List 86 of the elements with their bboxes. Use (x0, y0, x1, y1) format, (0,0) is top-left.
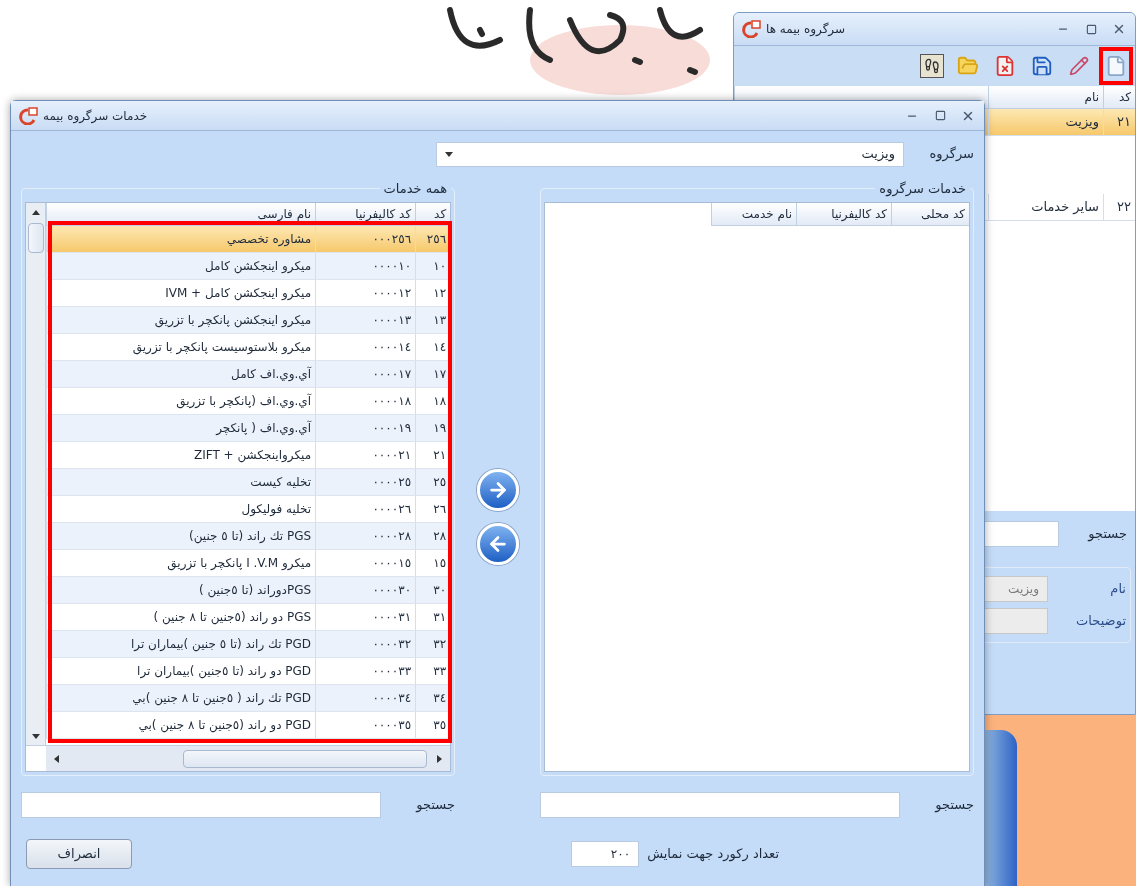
table-row[interactable]: ٣٥ ٠٠٠٠٣٥ PGD دو راند (٥جنين تا ٨ جنين )بي (46, 711, 451, 739)
table-cell: ٠٠٠٢٥٦ (315, 225, 416, 252)
scroll-down-icon[interactable] (31, 734, 40, 739)
table-cell: ٠٠٠٠٣٣ (315, 657, 416, 684)
document-cross-icon (994, 55, 1016, 77)
column-header[interactable]: نام خدمت (711, 202, 796, 226)
table-row[interactable]: ٣٠ ٠٠٠٠٣٠ PGSدوراند (تا ٥جنين ) (46, 576, 451, 604)
table-cell: ٠٠٠٠١٠ (315, 252, 416, 279)
column-header[interactable]: کد کالیفرنیا (796, 202, 891, 226)
group-title: خدمات سرگروه (878, 180, 967, 199)
window-title: خدمات سرگروه بیمه (43, 107, 148, 125)
maximize-icon (1085, 23, 1097, 35)
table-cell: ٠٠٠٠١٧ (315, 360, 416, 387)
window-logo-icon (19, 106, 39, 125)
record-count-field[interactable]: ٢٠٠ (571, 841, 640, 867)
scrollbar-thumb[interactable] (27, 222, 44, 253)
table-cell: ٠٠٠٠١٣ (315, 306, 416, 333)
table-cell: سایر خدمات (988, 194, 1103, 220)
scroll-left-icon[interactable] (54, 754, 59, 763)
table-cell: ٠٠٠٠٣٤ (315, 684, 416, 711)
table-cell: ٠٠٠٠١٥ (315, 549, 416, 576)
column-header[interactable]: نام (988, 86, 1103, 109)
close-icon (1112, 22, 1126, 36)
search-field[interactable] (21, 792, 381, 818)
field-label: توضیحات (1075, 612, 1126, 631)
vertical-scrollbar[interactable] (26, 202, 46, 745)
table-cell: ٠٠٠٠٢٦ (315, 495, 416, 522)
field-label: سرگروه (928, 145, 974, 164)
folder-icon (957, 55, 979, 77)
table-cell: ٢١ (1103, 109, 1135, 135)
table-row[interactable]: ٣٣ ٠٠٠٠٣٣ PGD دو راند (تا ٥جنين )بيماران ترا (46, 657, 451, 685)
table-cell: ویزیت (988, 109, 1103, 135)
table-cell: ٠٠٠٠٣٥ (315, 711, 416, 738)
scrollbar-thumb[interactable] (183, 749, 428, 768)
pencil-icon (1069, 56, 1089, 76)
table-cell: ٠٠٠٠٣٠ (315, 576, 416, 603)
table-cell: ٠٠٠٠١٨ (315, 387, 416, 414)
footprints-icon (924, 58, 940, 74)
column-header[interactable]: کد محلی (891, 202, 969, 226)
table-row[interactable]: ٢٥٦ ٠٠٠٢٥٦ مشاوره تخصصي (46, 225, 451, 253)
field-label: جستجو (414, 796, 455, 815)
table-row[interactable]: ٢٥ ٠٠٠٠٢٥ تخليه كيست (46, 468, 451, 496)
table-row[interactable]: ٣١ ٠٠٠٠٣١ PGS دو راند (٥جنين تا ٨ جنين ) (46, 603, 451, 631)
caret-icon (445, 151, 453, 157)
table-row[interactable]: ٢٨ ٠٠٠٠٢٨ PGS تك راند (تا ٥ جنين) (46, 522, 451, 550)
table-cell: ٠٠٠٠١٤ (315, 333, 416, 360)
field-label: تعداد رکورد جهت نمایش (647, 845, 779, 864)
table-row[interactable]: ١٣ ٠٠٠٠١٣ ميكرو اينجكشن پانكچر با تزريق (46, 306, 451, 334)
table-cell: ٠٠٠٠٢١ (315, 441, 416, 468)
table-row[interactable]: ١٨ ٠٠٠٠١٨ آي.وي.اف (پانكچر با تزريق (46, 387, 451, 415)
table-cell: ٠٠٠٠١٢ (315, 279, 416, 306)
scroll-up-icon[interactable] (31, 209, 40, 215)
table-row[interactable]: ١٢ ٠٠٠٠١٢ ميكرو اينجكشن كامل + IVM (46, 279, 451, 307)
group-title: همه خدمات (382, 180, 449, 198)
maximize-icon (934, 110, 946, 121)
table-cell: ٢٢ (1103, 194, 1135, 220)
scroll-right-icon[interactable] (437, 754, 443, 763)
field-label: جستجو (1086, 525, 1127, 544)
table-row[interactable]: ١٠ ٠٠٠٠١٠ ميكرو اينجكشن كامل (46, 252, 451, 280)
table-cell: ٠٠٠٠٣١ (315, 603, 416, 630)
combo-box[interactable]: ویزیت (436, 141, 904, 167)
combo-box-value: ویزیت (861, 145, 895, 164)
table-cell: ٠٠٠٠٢٥ (315, 468, 416, 495)
horizontal-scrollbar[interactable] (46, 746, 451, 771)
move-right-button[interactable] (476, 469, 519, 511)
window-logo-icon (742, 20, 762, 38)
table-row[interactable]: ٢١ ٠٠٠٠٢١ ميكرواينجكشن + ZIFT (46, 441, 451, 469)
table-cell: ٠٠٠٠٢٨ (315, 522, 416, 549)
document-icon (1105, 55, 1127, 77)
table-row[interactable]: ٣٤ ٠٠٠٠٣٤ PGD تك راند ( ٥جنين تا ٨ جنين )بي (46, 684, 451, 712)
table-row[interactable]: ١٥ ٠٠٠٠١٥ ميكرو I .V.M پانكچر با تزريق (46, 549, 451, 577)
table-row[interactable]: ١٩ ٠٠٠٠١٩ آي.وي.اف ( پانكچر (46, 414, 451, 442)
table-cell: ٠٠٠٠١٩ (315, 414, 416, 441)
field-label: جستجو (933, 796, 974, 815)
table-row[interactable]: ٢٦ ٠٠٠٠٢٦ تخليه فوليكول (46, 495, 451, 523)
table-row[interactable]: ٣٢ ٠٠٠٠٣٢ PGD تك راند (تا ٥ جنين )بيماران ترا (46, 630, 451, 658)
search-field[interactable] (540, 792, 900, 818)
cancel-button[interactable]: انصراف (26, 839, 132, 869)
table-row[interactable]: ١٧ ٠٠٠٠١٧ آي.وي.اف كامل (46, 360, 451, 388)
window-title: سرگروه بیمه ها (766, 21, 846, 38)
table-cell: ٠٠٠٠٣٢ (315, 630, 416, 657)
table-row[interactable]: ١٤ ٠٠٠٠١٤ ميكرو بلاستوسيست پانكچر با تزريق (46, 333, 451, 361)
footprints-button[interactable] (920, 54, 944, 78)
column-header[interactable]: کد (1103, 86, 1135, 109)
field-label: نام (1109, 580, 1126, 599)
move-left-button[interactable] (476, 523, 519, 565)
